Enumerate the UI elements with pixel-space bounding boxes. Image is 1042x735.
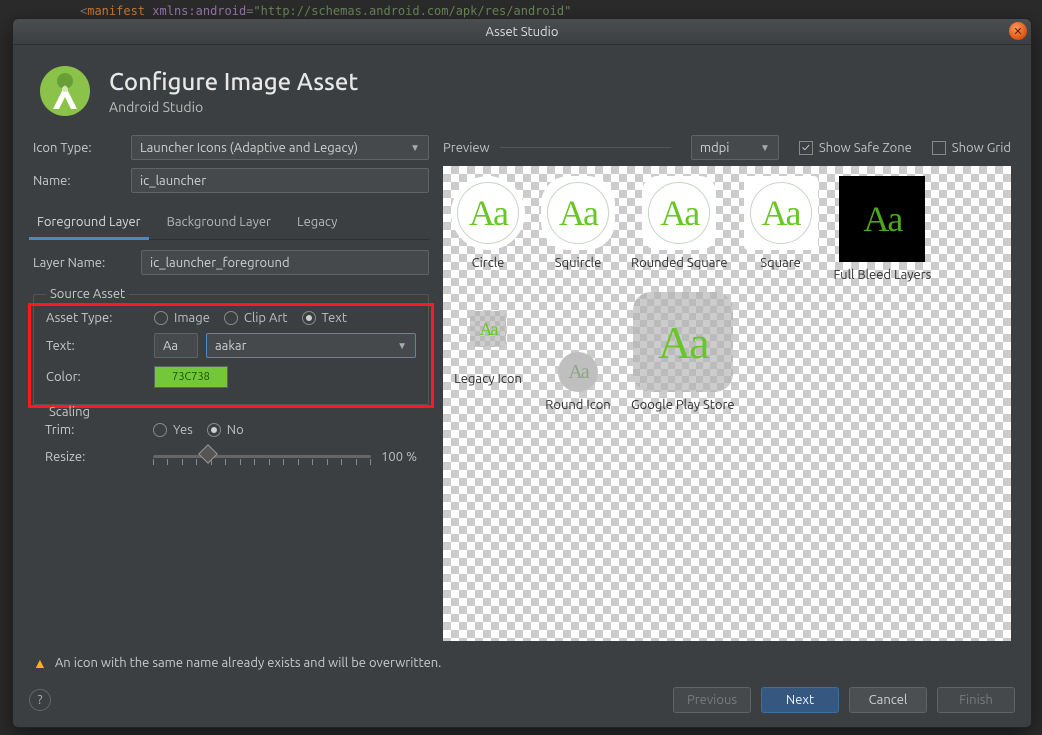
window-title: Asset Studio — [486, 25, 559, 39]
page-subtitle: Android Studio — [109, 99, 358, 115]
layer-name-label: Layer Name: — [33, 256, 133, 270]
preview-squircle: Aa Squircle — [541, 176, 615, 270]
tab-foreground-layer[interactable]: Foreground Layer — [35, 207, 143, 239]
previous-button[interactable]: Previous — [673, 687, 751, 713]
resize-percent: 100 % — [381, 450, 417, 464]
show-safe-zone-checkbox[interactable]: Show Safe Zone — [799, 141, 912, 155]
text-label: Text: — [46, 339, 146, 353]
asset-type-label: Asset Type: — [46, 311, 146, 325]
preview-label: Preview — [443, 141, 490, 155]
scaling-legend: Scaling — [45, 405, 94, 419]
preview-full-bleed: Aa Full Bleed Layers — [834, 176, 932, 282]
chevron-down-icon: ▼ — [760, 142, 770, 154]
dialog-header: Configure Image Asset Android Studio — [13, 45, 1031, 135]
preview-pane: Preview mdpi ▼ Show Safe Zone Show Grid … — [443, 135, 1011, 641]
warning-message: ▲ An icon with the same name already exi… — [13, 641, 1031, 677]
resize-slider[interactable] — [153, 445, 371, 469]
finish-button[interactable]: Finish — [937, 687, 1015, 713]
asset-type-text-radio[interactable]: Text — [302, 311, 347, 325]
android-studio-icon — [39, 65, 91, 117]
name-field[interactable] — [131, 168, 429, 193]
layer-name-field[interactable] — [141, 250, 429, 275]
resize-label: Resize: — [45, 450, 145, 464]
preview-rounded-square: Aa Rounded Square — [631, 176, 728, 270]
chevron-down-icon: ▼ — [410, 142, 420, 154]
source-asset-legend: Source Asset — [46, 287, 129, 301]
config-pane: Icon Type: Launcher Icons (Adaptive and … — [33, 135, 429, 641]
show-grid-checkbox[interactable]: Show Grid — [932, 141, 1011, 155]
icon-type-select[interactable]: Launcher Icons (Adaptive and Legacy) ▼ — [131, 135, 429, 160]
density-select[interactable]: mdpi ▼ — [691, 135, 779, 160]
close-icon[interactable]: ✕ — [1009, 22, 1027, 40]
icon-type-label: Icon Type: — [33, 141, 123, 155]
trim-no-radio[interactable]: No — [207, 423, 244, 437]
asset-studio-dialog: Asset Studio ✕ Configure Image Asset And… — [12, 18, 1032, 728]
layer-tabs: Foreground Layer Background Layer Legacy — [33, 207, 429, 240]
trim-yes-radio[interactable]: Yes — [153, 423, 193, 437]
text-value-field[interactable] — [154, 333, 198, 358]
color-label: Color: — [46, 370, 146, 384]
name-label: Name: — [33, 174, 123, 188]
page-title: Configure Image Asset — [109, 68, 358, 95]
titlebar[interactable]: Asset Studio ✕ — [13, 19, 1031, 45]
tab-background-layer[interactable]: Background Layer — [165, 207, 273, 239]
color-swatch[interactable]: 73C738 — [154, 366, 228, 388]
chevron-down-icon: ▼ — [397, 340, 407, 352]
next-button[interactable]: Next — [761, 687, 839, 713]
preview-round-icon: Aa Round Icon — [541, 292, 615, 412]
asset-type-image-radio[interactable]: Image — [154, 311, 210, 325]
trim-label: Trim: — [45, 423, 145, 437]
preview-google-play: Aa Google Play Store — [631, 292, 735, 412]
asset-type-clipart-radio[interactable]: Clip Art — [224, 311, 288, 325]
preview-square: Aa Square — [744, 176, 818, 270]
tab-legacy[interactable]: Legacy — [295, 207, 339, 239]
preview-circle: Aa Circle — [451, 176, 525, 270]
font-select[interactable]: aakar ▼ — [206, 333, 416, 358]
warning-icon: ▲ — [33, 655, 47, 671]
preview-canvas: Aa Circle Aa Squircle Aa Rounded Square … — [443, 166, 1011, 641]
preview-legacy-icon: Aa Legacy Icon — [451, 292, 525, 386]
help-button[interactable]: ? — [29, 689, 51, 711]
source-asset-group: Source Asset Asset Type: Image Clip Art … — [33, 287, 429, 405]
cancel-button[interactable]: Cancel — [849, 687, 927, 713]
